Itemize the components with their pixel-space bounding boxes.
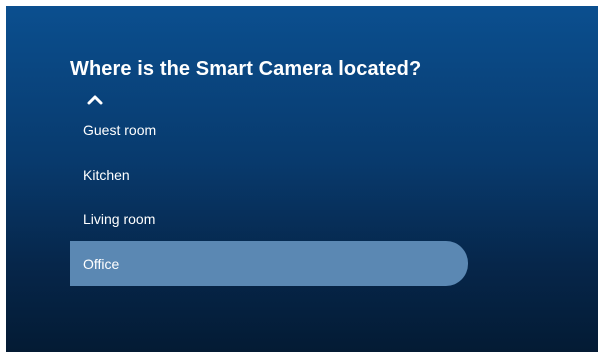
option-label: Kitchen bbox=[83, 166, 130, 183]
chevron-up-icon[interactable] bbox=[86, 92, 104, 106]
page-title: Where is the Smart Camera located? bbox=[70, 58, 422, 80]
option-label: Guest room bbox=[83, 121, 157, 138]
option-living-room[interactable]: Living room bbox=[70, 196, 468, 241]
option-office[interactable]: Office bbox=[70, 241, 468, 286]
tv-screen: Where is the Smart Camera located? Guest… bbox=[6, 6, 598, 352]
option-label: Office bbox=[83, 255, 120, 272]
option-label: Living room bbox=[83, 210, 156, 227]
option-kitchen[interactable]: Kitchen bbox=[70, 152, 468, 197]
option-guest-room[interactable]: Guest room bbox=[70, 107, 468, 152]
